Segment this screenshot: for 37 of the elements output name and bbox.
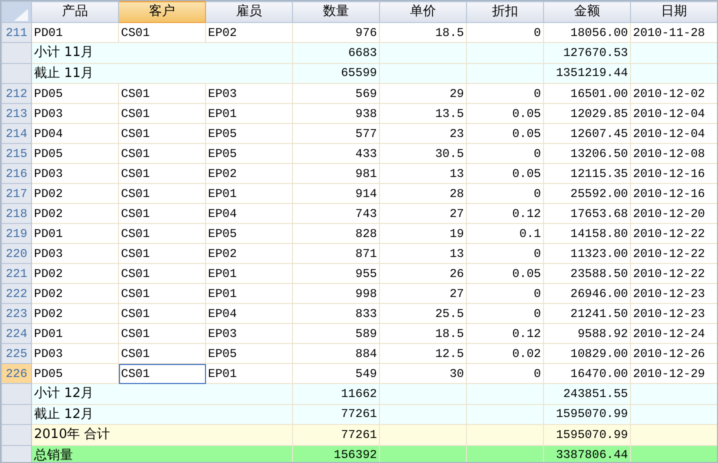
row-header[interactable]: 223 <box>2 304 32 324</box>
summary-label: 2010年 合计 <box>32 424 292 445</box>
column-header[interactable]: 金额 <box>544 2 630 22</box>
summary-label: 总销量 <box>32 445 292 462</box>
row-header[interactable]: 218 <box>2 204 32 224</box>
column-header[interactable]: 雇员 <box>206 2 292 22</box>
table-cell: 77261 <box>292 424 380 445</box>
row-header[interactable]: 211 <box>2 22 32 42</box>
table-cell: CS01 <box>118 364 206 384</box>
summary-label: 小计 12月 <box>32 384 292 404</box>
row-header[interactable]: 221 <box>2 264 32 284</box>
table-cell: 11662 <box>292 384 380 404</box>
row-header[interactable]: 224 <box>2 324 32 344</box>
table-cell: 127670.53 <box>544 42 630 63</box>
row-header[interactable]: 220 <box>2 244 32 264</box>
row-header[interactable]: 213 <box>2 104 32 124</box>
table-cell: 6683 <box>292 42 380 63</box>
row-header[interactable]: 212 <box>2 84 32 104</box>
column-header[interactable]: 数量 <box>292 2 380 22</box>
table-cell: CS01 <box>118 344 206 364</box>
row-header[interactable]: 216 <box>2 164 32 184</box>
row-header[interactable]: 217 <box>2 184 32 204</box>
row-header[interactable]: 222 <box>2 284 32 304</box>
row-header[interactable]: 214 <box>2 124 32 144</box>
table-cell: 243851.55 <box>544 384 630 404</box>
row-header[interactable]: 219 <box>2 224 32 244</box>
column-header[interactable]: 日期 <box>630 2 717 22</box>
column-header[interactable]: 折扣 <box>466 2 544 22</box>
select-all-icon[interactable] <box>14 8 28 20</box>
column-header[interactable]: 客户 <box>118 2 206 22</box>
row-header[interactable]: 215 <box>2 144 32 164</box>
row-header[interactable]: 225 <box>2 344 32 364</box>
summary-label: 小计 11月 <box>32 42 292 63</box>
table-cell: 1595070.99 <box>544 424 630 445</box>
row-header[interactable]: 226 <box>2 364 32 384</box>
column-header[interactable]: 产品 <box>32 2 118 22</box>
column-header[interactable]: 单价 <box>380 2 466 22</box>
